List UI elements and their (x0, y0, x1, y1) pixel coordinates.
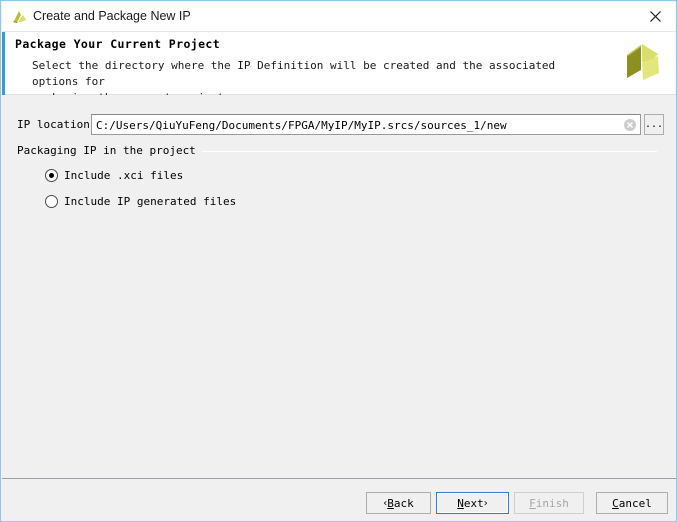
next-label: ext (463, 496, 484, 510)
back-button[interactable]: ‹ Back (366, 492, 431, 514)
ip-location-input[interactable] (96, 118, 612, 132)
cancel-label: ancel (618, 496, 652, 510)
finish-label: inish (535, 496, 569, 510)
packaging-group-label: Packaging IP in the project (17, 144, 202, 157)
dialog-footer: ‹ Back Next › Finish Cancel (2, 479, 676, 521)
back-mnemonic: B (387, 496, 394, 510)
next-mnemonic: N (457, 496, 464, 510)
clear-circle-icon[interactable] (623, 118, 637, 132)
radio-label: Include .xci files (64, 169, 184, 182)
title-bar: Create and Package New IP (2, 2, 676, 32)
radio-indicator[interactable] (45, 169, 58, 182)
ip-location-label: IP location: (17, 118, 97, 131)
page-description-line1: Select the directory where the IP Defini… (32, 59, 556, 88)
next-arrow-icon: › (483, 497, 488, 509)
radio-include-xci-files[interactable]: Include .xci files (45, 169, 183, 182)
finish-button[interactable]: Finish (514, 492, 584, 514)
page-title: Package Your Current Project (15, 37, 221, 51)
radio-indicator[interactable] (45, 195, 58, 208)
cancel-button[interactable]: Cancel (596, 492, 668, 514)
cancel-mnemonic: C (612, 496, 619, 510)
next-button[interactable]: Next › (436, 492, 509, 514)
header-banner: Package Your Current Project Select the … (2, 32, 676, 104)
finish-mnemonic: F (529, 496, 536, 510)
radio-include-ip-generated-files[interactable]: Include IP generated files (45, 195, 236, 208)
close-icon[interactable] (633, 2, 676, 31)
banner-accent-stripe (2, 32, 5, 95)
browse-button[interactable]: ... (644, 114, 664, 135)
dialog-window: Create and Package New IP Package Your C… (0, 0, 677, 522)
back-label: ack (393, 496, 414, 510)
ip-location-field[interactable] (91, 114, 641, 135)
xilinx-logo (613, 37, 669, 91)
vivado-app-icon (11, 9, 28, 26)
window-title: Create and Package New IP (33, 9, 191, 23)
radio-label: Include IP generated files (64, 195, 237, 208)
